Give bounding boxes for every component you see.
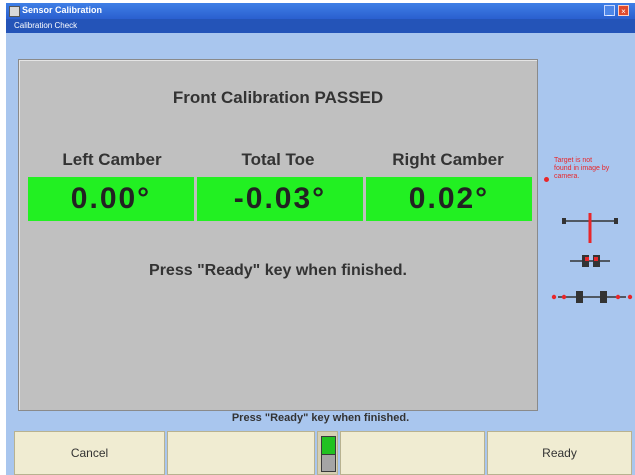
softkey-3-button[interactable] xyxy=(340,431,485,475)
vehicle-axle-diagram-icon xyxy=(551,213,633,303)
left-camber-label: Left Camber xyxy=(62,150,162,169)
window-title: Sensor Calibration xyxy=(22,5,103,15)
status-bar-text: Press "Ready" key when finished. xyxy=(231,412,410,424)
panel-instruction: Press "Ready" key when finished. xyxy=(149,262,407,279)
right-camber-value: 0.02° xyxy=(366,177,532,221)
results-panel: Front Calibration PASSED Left Camber Tot… xyxy=(18,59,538,411)
title-bar: Sensor Calibration _ × xyxy=(6,3,635,19)
target-not-found-message: Target is not found in image by camera. xyxy=(554,157,610,180)
close-button[interactable]: × xyxy=(618,5,629,16)
ready-button[interactable]: Ready xyxy=(487,431,632,475)
left-camber-value: 0.00° xyxy=(28,177,194,221)
total-toe-value: -0.03° xyxy=(197,177,363,221)
result-title: Front Calibration PASSED xyxy=(172,88,384,107)
window-subtitle: Calibration Check xyxy=(14,21,78,30)
minimize-button[interactable]: _ xyxy=(604,5,615,16)
app-icon xyxy=(9,6,20,17)
toggle-indicator[interactable] xyxy=(317,431,338,475)
right-camber-label: Right Camber xyxy=(392,150,504,169)
softkey-2-button[interactable] xyxy=(167,431,315,475)
warning-dot-icon xyxy=(544,177,549,182)
cancel-button[interactable]: Cancel xyxy=(14,431,165,475)
subtitle-bar: Calibration Check xyxy=(6,19,635,33)
total-toe-label: Total Toe xyxy=(241,150,315,169)
calibration-window: Sensor Calibration _ × Calibration Check… xyxy=(6,3,635,475)
toggle-on-segment xyxy=(321,436,336,455)
toggle-off-segment xyxy=(321,454,336,472)
